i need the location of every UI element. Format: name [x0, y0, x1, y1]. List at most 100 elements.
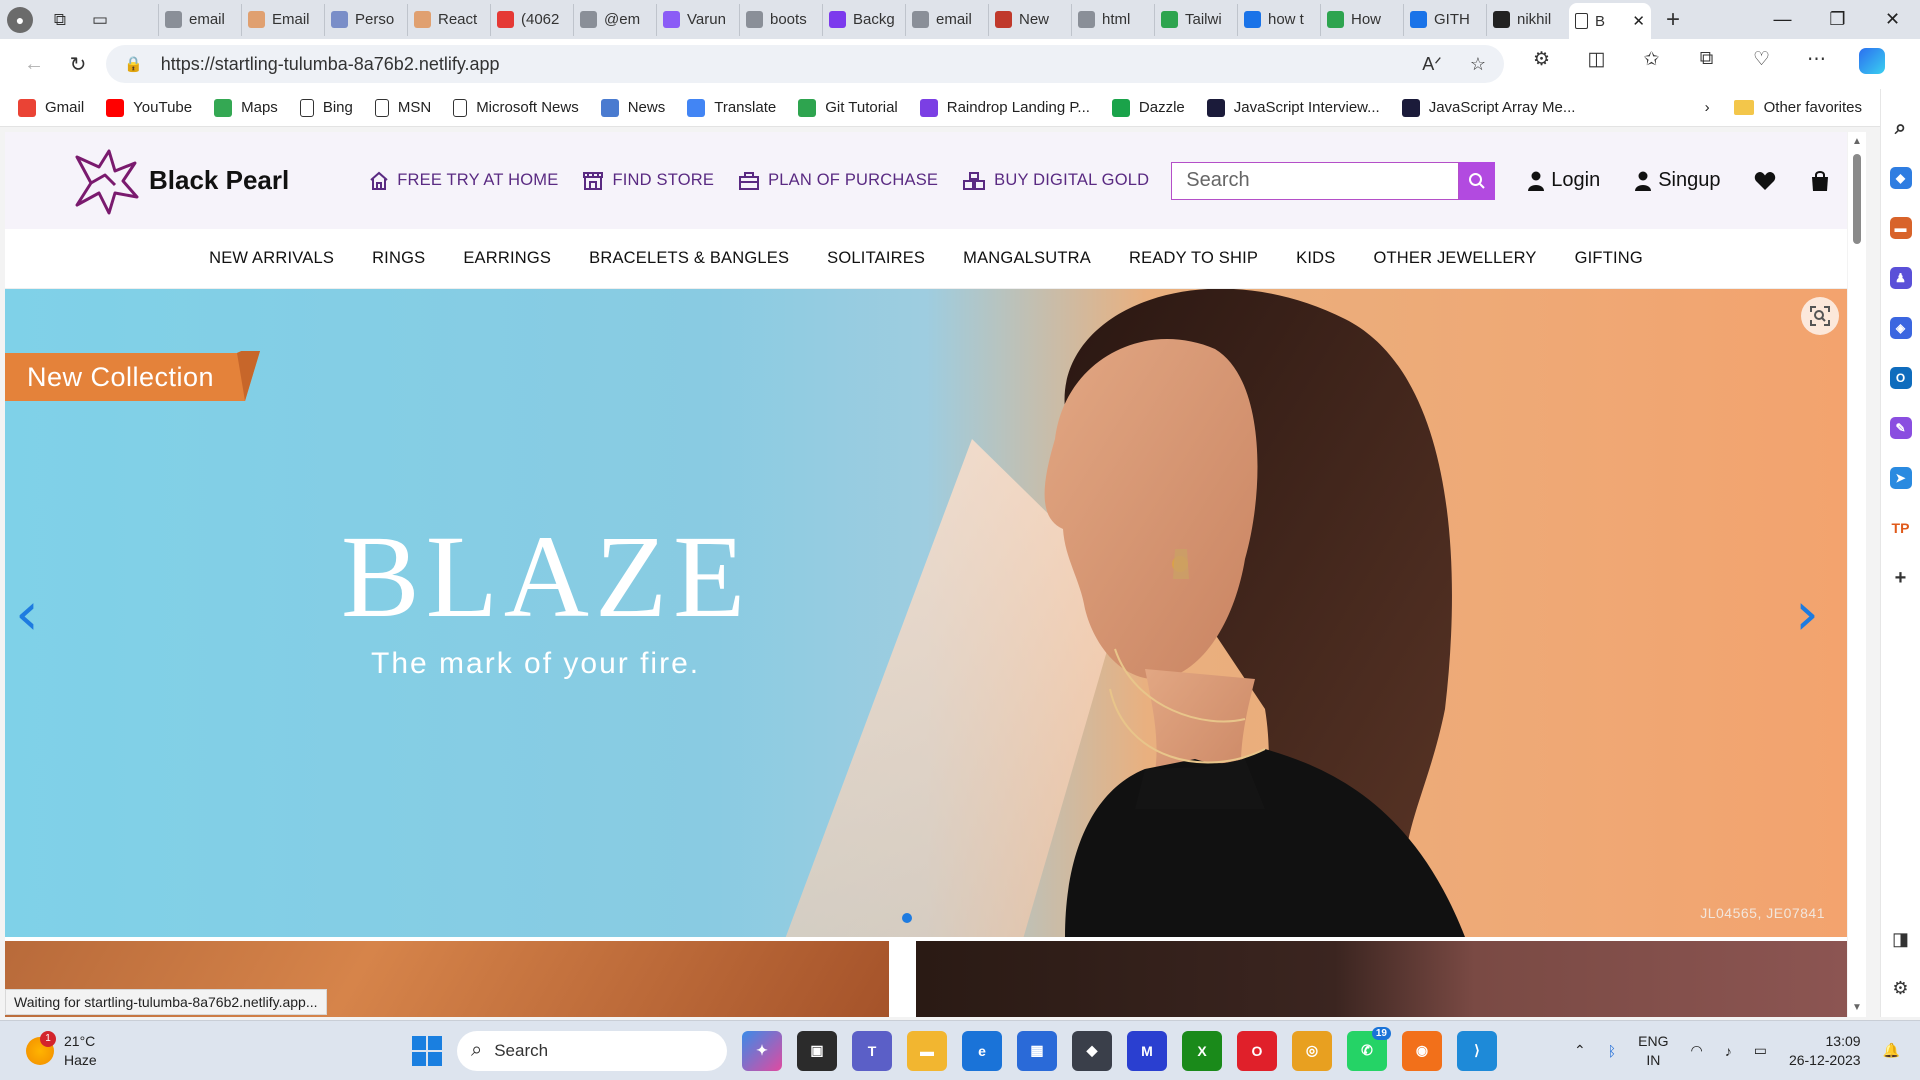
favorite-link[interactable]: Git Tutorial	[798, 98, 898, 117]
category-link[interactable]: READY TO SHIP	[1129, 249, 1258, 268]
category-link[interactable]: KIDS	[1296, 249, 1335, 268]
favorite-link[interactable]: JavaScript Array Me...	[1401, 98, 1575, 117]
app-m-icon[interactable]: M	[1127, 1030, 1167, 1071]
search-button[interactable]	[1459, 161, 1496, 200]
bluetooth-icon[interactable]: ᛒ	[1608, 1043, 1616, 1059]
favorite-link[interactable]: YouTube	[106, 98, 192, 117]
vscode-icon[interactable]: ⟩	[1457, 1030, 1497, 1071]
new-tab-button[interactable]: +	[1651, 6, 1695, 34]
edge-taskbar-icon[interactable]: e	[962, 1030, 1002, 1071]
browser-tab[interactable]: New	[988, 3, 1071, 36]
close-tab-icon[interactable]: ✕	[1632, 12, 1645, 30]
volume-icon[interactable]: ♪	[1725, 1043, 1732, 1059]
browser-tab[interactable]: Perso	[324, 3, 407, 36]
send-icon[interactable]: ➤	[1889, 467, 1912, 489]
carousel-prev-arrow[interactable]: ‹	[15, 579, 39, 649]
workspaces-icon[interactable]: ⧉	[40, 0, 80, 39]
favorite-link[interactable]: Raindrop Landing P...	[919, 98, 1090, 117]
site-logo[interactable]: Black Pearl	[69, 145, 289, 217]
outlook-icon[interactable]: O	[1889, 367, 1912, 389]
xbox-icon[interactable]: X	[1182, 1030, 1222, 1071]
search-icon[interactable]: ⌕	[1890, 117, 1912, 139]
tools-icon[interactable]: ▬	[1889, 217, 1912, 239]
refresh-button[interactable]: ↻	[56, 52, 100, 77]
scroll-thumb[interactable]	[1853, 154, 1861, 244]
browser-tab[interactable]: boots	[739, 3, 822, 36]
weather-widget[interactable]: 1 21°C Haze	[26, 1030, 226, 1070]
favorite-link[interactable]: JavaScript Interview...	[1206, 98, 1380, 117]
settings-icon[interactable]: ⚙	[1892, 978, 1908, 999]
favorite-star-icon[interactable]: ☆	[1470, 54, 1486, 75]
whatsapp-icon[interactable]: ✆ 19	[1347, 1026, 1391, 1071]
copilot-button[interactable]	[1844, 48, 1899, 80]
read-aloud-icon[interactable]: Aᐟ	[1422, 54, 1442, 75]
scroll-up-arrow[interactable]: ▲	[1852, 136, 1862, 147]
signup-link[interactable]: Singup	[1634, 169, 1720, 192]
app-dark-icon[interactable]: ◆	[1072, 1030, 1112, 1071]
favorite-link[interactable]: Dazzle	[1111, 98, 1185, 117]
nav-buy-digital-gold[interactable]: BUY DIGITAL GOLD	[962, 171, 1149, 191]
category-link[interactable]: SOLITAIRES	[827, 249, 925, 268]
category-link[interactable]: RINGS	[372, 249, 425, 268]
category-link[interactable]: NEW ARRIVALS	[209, 249, 334, 268]
browser-essentials-icon[interactable]: ♡	[1734, 48, 1789, 80]
microsoft365-icon[interactable]: ◈	[1889, 317, 1912, 339]
browser-tab[interactable]: @em	[573, 3, 656, 36]
address-bar[interactable]: 🔒 https://startling-tulumba-8a76b2.netli…	[106, 45, 1504, 83]
shopping-bag-icon[interactable]	[1810, 170, 1830, 192]
designer-icon[interactable]: ✎	[1889, 417, 1912, 439]
favorites-icon[interactable]: ✩	[1624, 48, 1679, 80]
browser-tab[interactable]: email	[905, 3, 988, 36]
battery-icon[interactable]: ▭	[1754, 1042, 1767, 1059]
nav-free-try-at-home[interactable]: FREE TRY AT HOME	[369, 171, 558, 191]
extensions-icon[interactable]: ⚙	[1514, 48, 1569, 80]
favorite-link[interactable]: Translate	[687, 98, 776, 117]
favorite-link[interactable]: Bing	[299, 98, 353, 117]
browser-tab[interactable]: html	[1071, 3, 1154, 36]
wifi-icon[interactable]: ◠	[1690, 1042, 1702, 1059]
carousel-indicator[interactable]	[902, 913, 912, 923]
browser-tab[interactable]: how t	[1237, 3, 1320, 36]
games-icon[interactable]: ♟	[1889, 267, 1912, 289]
chevron-right-icon[interactable]: ›	[1705, 99, 1710, 116]
browser-tab[interactable]: email	[158, 3, 241, 36]
tab-active[interactable]: B ✕	[1569, 3, 1651, 39]
category-link[interactable]: EARRINGS	[463, 249, 551, 268]
clock[interactable]: 13:09 26-12-2023	[1789, 1032, 1861, 1070]
close-window-button[interactable]: ✕	[1865, 9, 1920, 30]
firefox-icon[interactable]: ◉	[1402, 1030, 1442, 1071]
browser-tab[interactable]: Tailwi	[1154, 3, 1237, 36]
shopping-icon[interactable]: ◆	[1889, 167, 1912, 189]
opera-icon[interactable]: O	[1237, 1030, 1277, 1071]
browser-tab[interactable]: Email	[241, 3, 324, 36]
profile-button[interactable]: ●	[0, 0, 40, 39]
browser-tab[interactable]: (4062	[490, 3, 573, 36]
login-link[interactable]: Login	[1527, 169, 1600, 192]
notification-bell-icon[interactable]: 🔔	[1883, 1042, 1900, 1059]
file-explorer-icon[interactable]: ▬	[907, 1030, 947, 1071]
scroll-down-arrow[interactable]: ▼	[1852, 1002, 1862, 1013]
split-screen-icon[interactable]: ◫	[1569, 48, 1624, 80]
copilot-taskbar-icon[interactable]: ✦	[742, 1030, 782, 1071]
add-icon[interactable]: +	[1890, 567, 1912, 589]
category-link[interactable]: GIFTING	[1575, 249, 1643, 268]
hide-sidebar-icon[interactable]: ◨	[1892, 929, 1909, 950]
wishlist-heart-icon[interactable]	[1754, 171, 1776, 191]
tp-icon[interactable]: TP	[1890, 517, 1912, 539]
search-input[interactable]	[1171, 161, 1460, 200]
category-link[interactable]: MANGALSUTRA	[963, 249, 1091, 268]
favorite-link[interactable]: MSN	[374, 98, 431, 117]
minimize-button[interactable]: —	[1755, 9, 1810, 30]
tab-actions-icon[interactable]: ▭	[80, 0, 120, 39]
task-view-icon[interactable]: ▣	[797, 1030, 837, 1071]
restore-button[interactable]: ❐	[1810, 9, 1865, 30]
browser-tab[interactable]: React	[407, 3, 490, 36]
category-link[interactable]: BRACELETS & BANGLES	[589, 249, 789, 268]
lock-icon[interactable]: 🔒	[124, 55, 143, 73]
back-button[interactable]: ←	[12, 53, 56, 76]
nav-find-store[interactable]: FIND STORE	[582, 171, 714, 191]
visual-search-button[interactable]	[1801, 297, 1839, 335]
favorite-link[interactable]: Gmail	[18, 98, 84, 117]
favorite-link[interactable]: Maps	[214, 98, 278, 117]
nav-plan-of-purchase[interactable]: PLAN OF PURCHASE	[738, 171, 938, 191]
